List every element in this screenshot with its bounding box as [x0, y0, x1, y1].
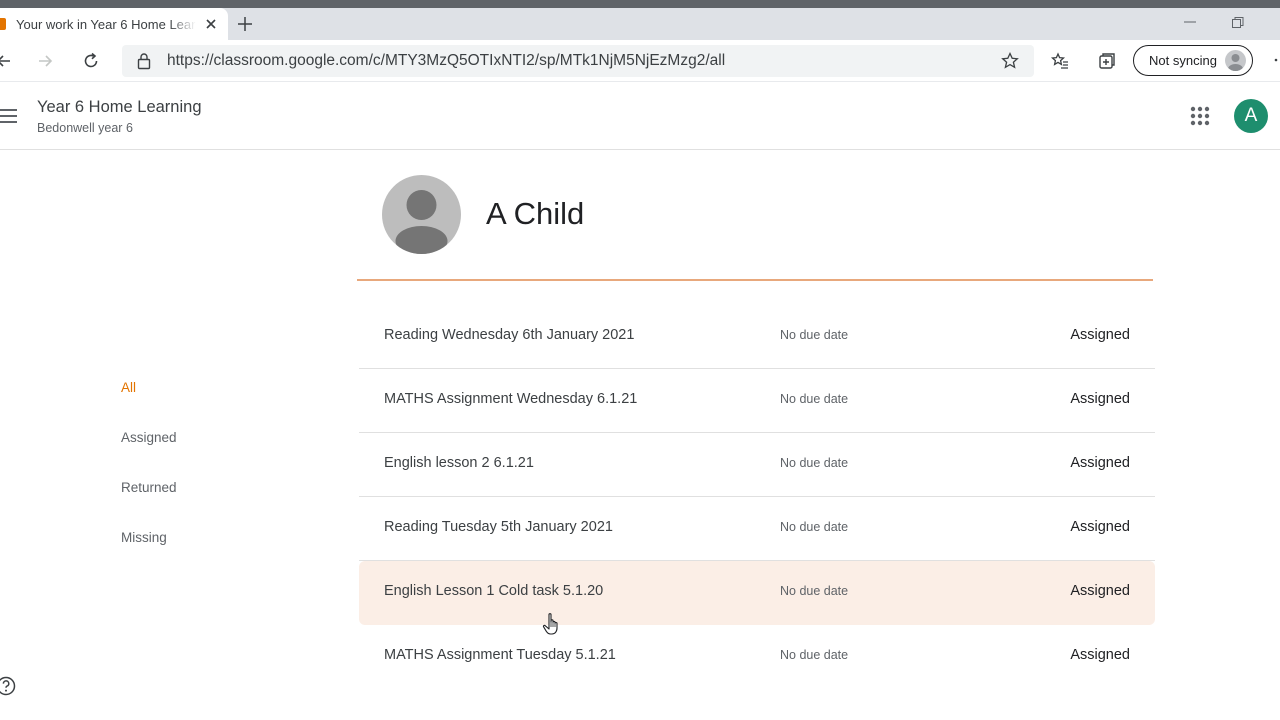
work-item-row[interactable]: MATHS Assignment Tuesday 5.1.21 No due d… — [359, 625, 1155, 689]
work-item-status: Assigned — [1070, 391, 1130, 407]
work-item-status: Assigned — [1070, 583, 1130, 599]
filter-returned[interactable]: Returned — [121, 480, 177, 495]
work-item-title: Reading Tuesday 5th January 2021 — [384, 519, 613, 535]
filter-all[interactable]: All — [121, 380, 136, 395]
favorites-icon[interactable] — [1050, 51, 1070, 71]
collections-icon[interactable] — [1097, 51, 1117, 71]
work-item-title: MATHS Assignment Wednesday 6.1.21 — [384, 391, 638, 407]
hand-cursor-icon — [542, 613, 558, 635]
url-text[interactable]: https://classroom.google.com/c/MTY3MzQ5O… — [167, 52, 725, 70]
menu-icon[interactable] — [0, 104, 20, 128]
work-item-row[interactable]: Reading Wednesday 6th January 2021 No du… — [359, 305, 1155, 369]
student-avatar-icon — [382, 175, 461, 254]
class-section: Bedonwell year 6 — [37, 121, 133, 135]
help-icon[interactable] — [0, 676, 16, 696]
lock-icon[interactable] — [136, 52, 152, 70]
google-apps-icon[interactable] — [1189, 105, 1211, 127]
back-icon[interactable] — [0, 51, 14, 71]
work-item-due: No due date — [780, 648, 849, 662]
work-item-due: No due date — [780, 456, 849, 470]
filter-missing[interactable]: Missing — [121, 530, 167, 545]
work-item-title: MATHS Assignment Tuesday 5.1.21 — [384, 647, 616, 663]
work-item-due: No due date — [780, 584, 849, 598]
filter-assigned[interactable]: Assigned — [121, 430, 177, 445]
minimize-icon[interactable] — [1183, 15, 1197, 29]
work-item-title: English Lesson 1 Cold task 5.1.20 — [384, 583, 604, 599]
work-list: Reading Wednesday 6th January 2021 No du… — [359, 305, 1155, 689]
work-item-due: No due date — [780, 520, 849, 534]
work-item-row[interactable]: Reading Tuesday 5th January 2021 No due … — [359, 497, 1155, 561]
omnibox[interactable]: https://classroom.google.com/c/MTY3MzQ5O… — [122, 45, 1034, 77]
forward-icon[interactable] — [35, 51, 55, 71]
work-item-due: No due date — [780, 328, 849, 342]
work-item-status: Assigned — [1070, 647, 1130, 663]
classroom-favicon-icon — [0, 18, 6, 30]
plus-icon[interactable] — [236, 15, 254, 33]
tab-bar: Your work in Year 6 Home Learning — [0, 8, 1280, 40]
profile-sync-button[interactable]: Not syncing — [1133, 45, 1253, 76]
work-item-row[interactable]: English lesson 2 6.1.21 No due date Assi… — [359, 433, 1155, 497]
user-avatar[interactable]: A — [1234, 99, 1268, 133]
browser-tab[interactable]: Your work in Year 6 Home Learning — [0, 8, 228, 40]
work-item-title: Reading Wednesday 6th January 2021 — [384, 327, 635, 343]
class-name[interactable]: Year 6 Home Learning — [37, 98, 202, 117]
work-item-status: Assigned — [1070, 519, 1130, 535]
work-item-status: Assigned — [1070, 327, 1130, 343]
close-icon[interactable] — [202, 15, 220, 33]
student-divider — [357, 279, 1153, 281]
more-icon[interactable] — [1270, 50, 1280, 70]
student-name: A Child — [486, 196, 585, 231]
work-item-row-hovered[interactable]: English Lesson 1 Cold task 5.1.20 No due… — [359, 561, 1155, 625]
work-item-status: Assigned — [1070, 455, 1130, 471]
restore-icon[interactable] — [1231, 16, 1245, 30]
work-item-row[interactable]: MATHS Assignment Wednesday 6.1.21 No due… — [359, 369, 1155, 433]
star-icon[interactable] — [1000, 51, 1020, 71]
tab-title: Your work in Year 6 Home Learning — [16, 17, 196, 32]
work-item-due: No due date — [780, 392, 849, 406]
classroom-header: Year 6 Home Learning Bedonwell year 6 A — [0, 82, 1280, 150]
address-bar-row: https://classroom.google.com/c/MTY3MzQ5O… — [0, 40, 1280, 82]
sync-label: Not syncing — [1149, 53, 1217, 68]
refresh-icon[interactable] — [81, 51, 101, 71]
profile-avatar-icon — [1225, 50, 1246, 71]
window-top-strip — [0, 0, 1280, 8]
work-item-title: English lesson 2 6.1.21 — [384, 455, 534, 471]
